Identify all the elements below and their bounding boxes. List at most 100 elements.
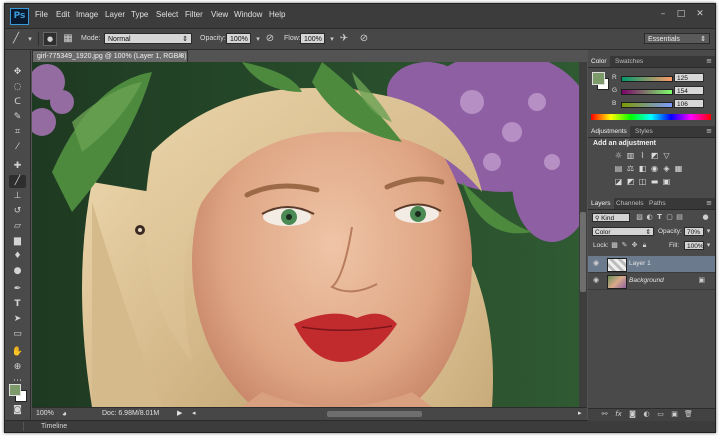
opacity-input[interactable]: 100% [226, 33, 251, 44]
link-layers-icon[interactable]: ⚯ [600, 410, 609, 419]
tab-paths[interactable]: Paths [646, 198, 669, 209]
healing-tool-icon[interactable]: ✚ [9, 160, 26, 173]
eraser-tool-icon[interactable]: ▱ [9, 220, 26, 233]
brush-size-icon[interactable]: ● [43, 32, 57, 46]
invert-icon[interactable]: ◪ [614, 177, 623, 186]
hue-saturation-icon[interactable]: ▤ [614, 164, 623, 173]
tab-styles[interactable]: Styles [632, 126, 656, 137]
menu-type[interactable]: Type [131, 10, 148, 19]
lasso-tool-icon[interactable]: ᑕ [9, 96, 26, 109]
pressure-opacity-icon[interactable]: ⊘ [263, 32, 277, 46]
panel-menu-icon[interactable]: ≡ [706, 126, 712, 137]
layer-name[interactable]: Background [629, 277, 664, 284]
close-icon[interactable]: ✕ [694, 9, 706, 20]
layer-row-background[interactable]: ◉ Background ▣ [588, 273, 715, 290]
levels-icon[interactable]: ▥ [626, 151, 635, 160]
lock-position-icon[interactable]: ✥ [630, 241, 639, 250]
new-layer-icon[interactable]: ▣ [670, 410, 679, 419]
channel-g-slider[interactable] [621, 89, 673, 95]
visibility-eye-icon[interactable]: ◉ [592, 260, 600, 268]
blend-mode-dropdown[interactable]: Color ⇕ [592, 227, 654, 236]
history-brush-tool-icon[interactable]: ↺ [9, 205, 26, 218]
filter-toggle-icon[interactable]: ● [701, 213, 710, 222]
filter-adjustment-icon[interactable]: ◐ [645, 213, 654, 222]
quick-select-tool-icon[interactable]: ✎ [9, 111, 26, 124]
tab-swatches[interactable]: Swatches [612, 56, 646, 67]
chevron-down-icon[interactable]: ▾ [704, 227, 713, 236]
trash-icon[interactable]: 🗑︎ [684, 410, 693, 419]
channel-b-input[interactable]: 106 [674, 99, 704, 108]
hand-tool-icon[interactable]: ✋ [9, 346, 26, 359]
timeline-panel[interactable]: Timeline [5, 420, 715, 432]
black-white-icon[interactable]: ◧ [638, 164, 647, 173]
foreground-color-swatch-front[interactable] [592, 72, 605, 85]
pen-tool-icon[interactable]: ✒ [9, 283, 26, 296]
layer-name[interactable]: Layer 1 [629, 260, 651, 267]
menu-image[interactable]: Image [76, 10, 98, 19]
maximize-icon[interactable]: □ [675, 9, 687, 20]
tab-layers[interactable]: Layers [588, 198, 614, 209]
export-icon[interactable]: ◕ [62, 409, 67, 418]
new-adjustment-icon[interactable]: ◐ [642, 410, 651, 419]
photo-filter-icon[interactable]: ◉ [650, 164, 659, 173]
marquee-tool-icon[interactable]: ◌ [9, 81, 26, 94]
vertical-scrollbar[interactable] [579, 62, 587, 407]
eyedropper-tool-icon[interactable]: ⁄ [9, 141, 26, 154]
brush-preset-icon[interactable]: ╱ [9, 32, 23, 46]
doc-size[interactable]: Doc: 6.98M/8.01M [102, 410, 159, 417]
clone-stamp-tool-icon[interactable]: ⊥ [9, 190, 26, 203]
menu-help[interactable]: Help [269, 10, 285, 19]
gradient-map-icon[interactable]: ▬ [650, 177, 659, 186]
channel-r-slider[interactable] [621, 76, 673, 82]
move-tool-icon[interactable]: ✥ [9, 66, 26, 79]
type-tool-icon[interactable]: T [9, 298, 26, 311]
layer-opacity-input[interactable]: 70% [684, 227, 704, 236]
menu-file[interactable]: File [35, 10, 48, 19]
zoom-tool-icon[interactable]: ⊕ [9, 361, 26, 374]
add-mask-icon[interactable]: ◙ [628, 410, 637, 419]
filter-shape-icon[interactable]: ▢ [665, 213, 674, 222]
posterize-icon[interactable]: ◩ [626, 177, 635, 186]
filter-pixel-icon[interactable]: ▨ [635, 213, 644, 222]
menu-select[interactable]: Select [156, 10, 178, 19]
menu-layer[interactable]: Layer [105, 10, 125, 19]
brush-tool-icon[interactable]: ╱ [9, 175, 26, 188]
scroll-left-icon[interactable]: ◂ [192, 409, 196, 417]
new-group-icon[interactable]: ▭ [656, 410, 665, 419]
gradient-tool-icon[interactable]: ▆ [9, 235, 26, 248]
minimize-icon[interactable]: – [657, 9, 669, 20]
layer-row-layer-1[interactable]: ◉ Layer 1 [588, 256, 715, 273]
panel-menu-icon[interactable]: ≡ [706, 198, 712, 209]
menu-filter[interactable]: Filter [185, 10, 203, 19]
panel-grip-icon[interactable] [11, 422, 24, 431]
canvas[interactable] [32, 62, 579, 407]
lock-transparency-icon[interactable]: ▩ [610, 241, 619, 250]
fill-input[interactable]: 100% [684, 241, 704, 250]
channel-r-input[interactable]: 125 [674, 73, 704, 82]
visibility-eye-icon[interactable]: ◉ [592, 277, 600, 285]
color-spectrum-bar[interactable] [591, 114, 711, 120]
filter-type-icon[interactable]: T [655, 213, 664, 222]
menu-view[interactable]: View [211, 10, 228, 19]
workspace-dropdown[interactable]: Essentials ⇕ [644, 33, 710, 44]
chevron-down-icon[interactable]: ▾ [23, 32, 37, 46]
channel-mixer-icon[interactable]: ◈ [662, 164, 671, 173]
mode-dropdown[interactable]: Normal ⇕ [104, 33, 192, 44]
flow-input[interactable]: 100% [300, 33, 325, 44]
selective-color-icon[interactable]: ▣ [662, 177, 671, 186]
scroll-thumb[interactable] [580, 212, 586, 292]
shape-tool-icon[interactable]: ▭ [9, 328, 26, 341]
lock-all-icon[interactable]: 🔒︎ [640, 241, 649, 250]
lock-pixels-icon[interactable]: ✎ [620, 241, 629, 250]
threshold-icon[interactable]: ◫ [638, 177, 647, 186]
quick-mask-icon[interactable]: ◙ [9, 404, 26, 417]
layer-filter-dropdown[interactable]: ⚲ Kind [592, 213, 630, 222]
curves-icon[interactable]: ⌇ [638, 151, 647, 160]
vibrance-icon[interactable]: ▽ [662, 151, 671, 160]
document-tab[interactable]: girl-775349_1920.jpg @ 100% (Layer 1, RG… [32, 50, 188, 72]
scroll-right-icon[interactable]: ▸ [578, 409, 582, 417]
tab-channels[interactable]: Channels [613, 198, 646, 209]
horizontal-scroll-thumb[interactable] [327, 411, 422, 417]
filter-smart-icon[interactable]: ▤ [675, 213, 684, 222]
foreground-color-swatch-top[interactable] [9, 384, 21, 396]
